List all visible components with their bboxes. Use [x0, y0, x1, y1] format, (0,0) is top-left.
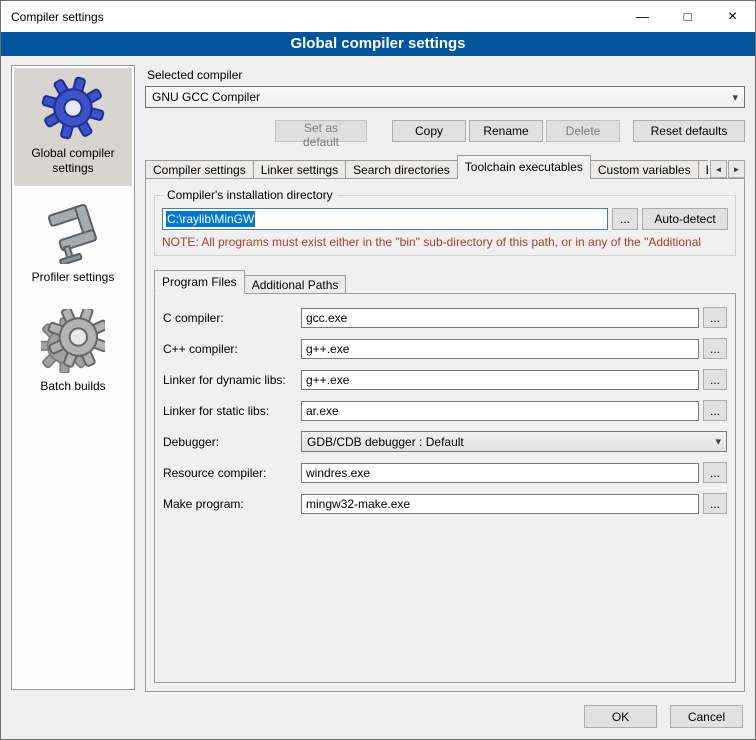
cpp-compiler-input[interactable]: g++.exe: [301, 339, 699, 359]
form-row-make-program: Make program: mingw32-make.exe ...: [163, 493, 727, 514]
browse-cpp-compiler-button[interactable]: ...: [703, 338, 727, 359]
static-linker-input[interactable]: ar.exe: [301, 401, 699, 421]
field-value: windres.exe: [306, 466, 370, 480]
dynamic-linker-input[interactable]: g++.exe: [301, 370, 699, 390]
installation-directory-value: C:\raylib\MinGW: [166, 211, 255, 227]
tab-custom-variables[interactable]: Custom variables: [590, 160, 699, 179]
field-label: Linker for static libs:: [163, 404, 301, 418]
field-label: Resource compiler:: [163, 466, 301, 480]
ok-button[interactable]: OK: [584, 705, 657, 728]
close-icon[interactable]: ×: [710, 1, 755, 32]
tab-toolchain-executables[interactable]: Toolchain executables: [457, 155, 591, 179]
program-subtabs: Program Files Additional Paths: [154, 270, 736, 294]
tab-compiler-settings[interactable]: Compiler settings: [145, 160, 254, 179]
clamp-icon: [41, 200, 105, 264]
browse-c-compiler-button[interactable]: ...: [703, 307, 727, 328]
minimize-icon[interactable]: —: [620, 1, 665, 32]
toolchain-executables-panel: Compiler's installation directory C:\ray…: [145, 178, 745, 692]
titlebar: Compiler settings — □ ×: [1, 1, 755, 32]
field-label: C++ compiler:: [163, 342, 301, 356]
installation-directory-group: Compiler's installation directory C:\ray…: [154, 195, 736, 256]
banner-title: Global compiler settings: [1, 32, 755, 56]
settings-sidebar: Global compiler settings Profiler se: [11, 65, 135, 690]
window-title: Compiler settings: [1, 10, 620, 24]
blue-gear-icon: [41, 76, 105, 140]
browse-directory-button[interactable]: ...: [612, 208, 638, 230]
c-compiler-input[interactable]: gcc.exe: [301, 308, 699, 328]
installation-directory-row: C:\raylib\MinGW ... Auto-detect: [162, 208, 728, 230]
field-label: Linker for dynamic libs:: [163, 373, 301, 387]
form-row-static-linker: Linker for static libs: ar.exe ...: [163, 400, 727, 421]
selected-compiler-label: Selected compiler: [147, 68, 745, 82]
selected-compiler-value: GNU GCC Compiler: [152, 90, 726, 104]
field-value: ar.exe: [306, 404, 339, 418]
sidebar-item-profiler-settings[interactable]: Profiler settings: [14, 192, 132, 295]
installation-directory-input[interactable]: C:\raylib\MinGW: [162, 208, 608, 230]
form-row-c-compiler: C compiler: gcc.exe ...: [163, 307, 727, 328]
tab-scroll-right-icon[interactable]: ►: [728, 160, 745, 178]
chevron-down-icon: ▾: [726, 91, 738, 104]
field-label: C compiler:: [163, 311, 301, 325]
cancel-button[interactable]: Cancel: [670, 705, 743, 728]
sidebar-item-label: Batch builds: [40, 379, 105, 394]
compiler-settings-window: Compiler settings — □ × Global compiler …: [0, 0, 756, 740]
auto-detect-button[interactable]: Auto-detect: [642, 208, 728, 230]
field-value: g++.exe: [306, 373, 349, 387]
tab-search-directories[interactable]: Search directories: [345, 160, 458, 179]
window-controls: — □ ×: [620, 1, 755, 32]
debugger-value: GDB/CDB debugger : Default: [307, 435, 715, 449]
delete-button[interactable]: Delete: [546, 120, 620, 142]
sidebar-item-global-compiler-settings[interactable]: Global compiler settings: [14, 68, 132, 186]
sidebar-item-label: Profiler settings: [32, 270, 115, 285]
tab-scroll-controls: ◄ ►: [708, 160, 745, 178]
installation-directory-label: Compiler's installation directory: [163, 188, 337, 202]
debugger-dropdown[interactable]: GDB/CDB debugger : Default ▾: [301, 431, 727, 452]
browse-make-program-button[interactable]: ...: [703, 493, 727, 514]
program-files-panel: C compiler: gcc.exe ... C++ compiler: g+…: [154, 293, 736, 683]
maximize-icon[interactable]: □: [665, 1, 710, 32]
browse-static-linker-button[interactable]: ...: [703, 400, 727, 421]
field-value: mingw32-make.exe: [306, 497, 410, 511]
field-value: g++.exe: [306, 342, 349, 356]
make-program-input[interactable]: mingw32-make.exe: [301, 494, 699, 514]
browse-resource-compiler-button[interactable]: ...: [703, 462, 727, 483]
compiler-buttons-row: Set as default Copy Rename Delete Reset …: [145, 120, 745, 142]
form-row-cpp-compiler: C++ compiler: g++.exe ...: [163, 338, 727, 359]
settings-tabs: Compiler settings Linker settings Search…: [145, 155, 745, 179]
tab-linker-settings[interactable]: Linker settings: [253, 160, 346, 179]
field-label: Make program:: [163, 497, 301, 511]
form-row-resource-compiler: Resource compiler: windres.exe ...: [163, 462, 727, 483]
copy-button[interactable]: Copy: [392, 120, 466, 142]
sidebar-item-label: Global compiler settings: [16, 146, 130, 176]
chevron-down-icon: ▾: [715, 435, 721, 448]
main-panel: Selected compiler GNU GCC Compiler ▾ Set…: [145, 65, 745, 692]
installation-note: NOTE: All programs must exist either in …: [162, 235, 728, 249]
form-row-dynamic-linker: Linker for dynamic libs: g++.exe ...: [163, 369, 727, 390]
field-value: gcc.exe: [306, 311, 347, 325]
form-row-debugger: Debugger: GDB/CDB debugger : Default ▾: [163, 431, 727, 452]
reset-defaults-button[interactable]: Reset defaults: [633, 120, 745, 142]
dialog-content: Global compiler settings Profiler se: [1, 56, 755, 692]
browse-dynamic-linker-button[interactable]: ...: [703, 369, 727, 390]
tab-additional-paths[interactable]: Additional Paths: [244, 275, 347, 294]
set-as-default-button[interactable]: Set as default: [275, 120, 367, 142]
field-label: Debugger:: [163, 435, 301, 449]
sidebar-item-batch-builds[interactable]: Batch builds: [14, 301, 132, 404]
rename-button[interactable]: Rename: [469, 120, 543, 142]
selected-compiler-dropdown[interactable]: GNU GCC Compiler ▾: [145, 86, 745, 108]
tab-program-files[interactable]: Program Files: [154, 270, 245, 294]
gray-gear-icon: [41, 309, 105, 373]
resource-compiler-input[interactable]: windres.exe: [301, 463, 699, 483]
dialog-footer: OK Cancel: [1, 692, 755, 740]
tab-scroll-left-icon[interactable]: ◄: [710, 160, 727, 178]
